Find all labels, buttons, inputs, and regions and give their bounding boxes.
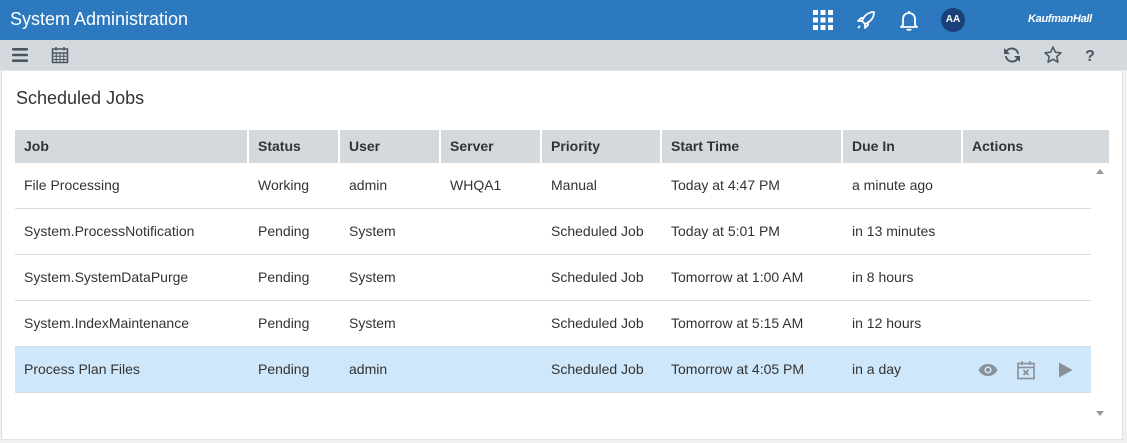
cell-server [441,347,450,392]
cell-start-time: Today at 5:01 PM [671,223,780,239]
cell-priority: Scheduled Job [551,315,644,331]
cell-server [441,255,450,300]
table-row[interactable]: System.SystemDataPurge Pending System Sc… [15,255,1091,301]
table-row[interactable]: File Processing Working admin WHQA1 Manu… [15,163,1091,209]
cell-job: System.IndexMaintenance [24,315,189,331]
cell-status: Working [258,177,310,193]
calendar-icon[interactable] [50,45,70,65]
cell-status: Pending [258,223,310,239]
column-header-job[interactable]: Job [15,130,249,163]
bell-icon[interactable] [897,8,921,32]
cell-due-in: in a day [852,361,902,377]
cell-user: System [349,269,396,285]
cell-start-time: Tomorrow at 5:15 AM [671,315,804,331]
cell-job: System.SystemDataPurge [24,269,189,285]
svg-text:?: ? [1085,48,1095,65]
cell-server [441,209,450,254]
calendar-cancel-icon[interactable] [1015,359,1037,381]
column-header-actions: Actions [972,138,1024,154]
column-header-priority[interactable]: Priority [542,130,662,163]
app-header: System Administration AA KaufmanHall [0,0,1127,40]
cell-status: Pending [258,315,310,331]
scroll-up-arrow[interactable] [1096,169,1104,174]
column-header-due-in[interactable]: Due In [843,130,963,163]
cell-user: admin [349,177,388,193]
table-row[interactable]: System.ProcessNotification Pending Syste… [15,209,1091,255]
main-panel: Scheduled Jobs Job Status User Server Pr… [1,70,1123,440]
page-title: Scheduled Jobs [16,88,145,108]
help-icon[interactable]: ? [1080,45,1100,65]
cell-start-time: Tomorrow at 4:05 PM [671,361,805,377]
menu-icon[interactable] [10,45,30,65]
column-header-status[interactable]: Status [249,130,340,163]
vertical-scrollbar[interactable] [1092,163,1109,424]
cell-due-in: in 8 hours [852,269,914,285]
column-header-user[interactable]: User [340,130,441,163]
cell-priority: Scheduled Job [551,269,644,285]
cell-job: File Processing [24,177,120,193]
cell-server [441,301,450,346]
rocket-icon[interactable] [854,8,878,32]
toolbar: ? [0,40,1127,70]
cell-status: Pending [258,269,310,285]
brand-logo: KaufmanHall [1028,13,1092,25]
apps-grid-icon[interactable] [811,8,835,32]
column-header-server[interactable]: Server [441,130,542,163]
column-header-start-time[interactable]: Start Time [662,130,843,163]
cell-start-time: Today at 4:47 PM [671,177,780,193]
cell-status: Pending [258,361,310,377]
cell-priority: Manual [551,177,597,193]
cell-due-in: a minute ago [852,177,933,193]
cell-job: Process Plan Files [24,361,140,377]
scroll-down-arrow[interactable] [1096,411,1104,416]
cell-start-time: Tomorrow at 1:00 AM [671,269,804,285]
cell-user: admin [349,361,388,377]
table-row[interactable]: System.IndexMaintenance Pending System S… [15,301,1091,347]
cell-due-in: in 13 minutes [852,223,936,239]
star-icon[interactable] [1043,45,1063,65]
table-row-selected[interactable]: Process Plan Files Pending admin Schedul… [15,347,1091,393]
cell-priority: Scheduled Job [551,223,644,239]
cell-server: WHQA1 [450,177,502,193]
cell-user: System [349,223,396,239]
play-icon[interactable] [1054,359,1076,381]
eye-icon[interactable] [977,359,999,381]
app-title: System Administration [10,9,189,29]
cell-job: System.ProcessNotification [24,223,195,239]
grid-header: Job Status User Server Priority Start Ti… [15,130,1109,163]
cell-priority: Scheduled Job [551,361,644,377]
cell-user: System [349,315,396,331]
refresh-icon[interactable] [1002,45,1022,65]
cell-due-in: in 12 hours [852,315,922,331]
avatar[interactable]: AA [941,8,965,32]
